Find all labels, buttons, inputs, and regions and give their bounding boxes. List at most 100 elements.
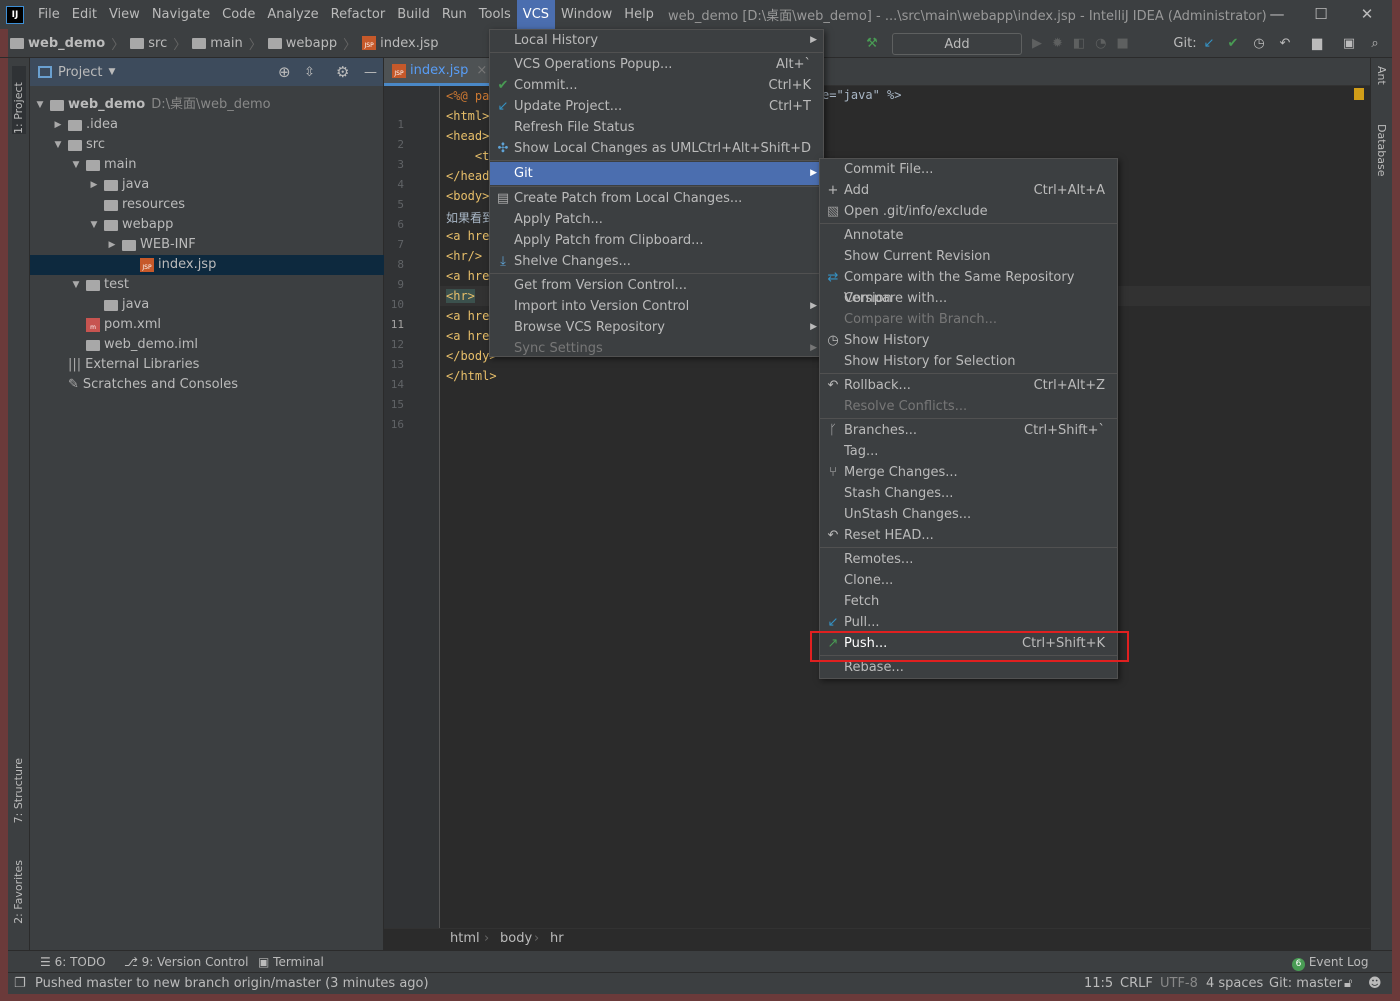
menu-help[interactable]: Help [618, 0, 660, 29]
editor-crumb-body[interactable]: body [500, 931, 532, 946]
todo-tab[interactable]: ☰ 6: TODO [40, 955, 106, 969]
menu-item-import-into-version-control[interactable]: Import into Version Control ▶ [490, 296, 823, 317]
maximize-button[interactable]: ☐ [1298, 0, 1344, 29]
menu-item-vcs-operations-popup[interactable]: VCS Operations Popup... Alt+` [490, 54, 823, 75]
menu-item-shelve-changes[interactable]: ⤓ Shelve Changes... [490, 251, 823, 272]
search-icon[interactable]: ⌕ [1366, 33, 1384, 55]
project-structure-icon[interactable]: ▆ [1308, 33, 1326, 55]
menu-item-clone[interactable]: Clone... [820, 570, 1117, 591]
menu-file[interactable]: File [32, 0, 66, 29]
menu-item-remotes[interactable]: Remotes... [820, 549, 1117, 570]
locate-icon[interactable]: ⊕ [278, 63, 291, 81]
analysis-status-icon[interactable] [1354, 88, 1364, 100]
menu-item-apply-patch-from-clipboard[interactable]: Apply Patch from Clipboard... [490, 230, 823, 251]
indent-setting[interactable]: 4 spaces [1206, 976, 1263, 991]
event-log-tab[interactable]: 6 Event Log [1292, 955, 1368, 971]
toggle-tool-windows-icon[interactable]: ❐ [14, 976, 26, 991]
menu-vcs[interactable]: VCS [516, 0, 556, 29]
breadcrumb-web_demo[interactable]: web_demo [10, 36, 105, 51]
tab-index-jsp[interactable]: JSP index.jsp × [384, 58, 489, 86]
tree-item[interactable]: ▼ test [30, 275, 384, 295]
tree-item[interactable]: web_demo.iml [30, 335, 384, 355]
menu-item-refresh-file-status[interactable]: Refresh File Status [490, 117, 823, 138]
tree-item[interactable]: ▼ main [30, 155, 384, 175]
close-tab-icon[interactable]: × [476, 63, 487, 78]
menu-item-pull[interactable]: ↙ Pull... [820, 612, 1117, 633]
menu-item-fetch[interactable]: Fetch [820, 591, 1117, 612]
expand-arrow-icon[interactable]: ▶ [52, 115, 64, 135]
menu-item-branches[interactable]: ᚴ Branches... Ctrl+Shift+` [820, 420, 1117, 441]
favorites-side-tab[interactable]: 2: Favorites [12, 860, 25, 924]
structure-side-tab[interactable]: 7: Structure [12, 758, 25, 823]
menu-item-annotate[interactable]: Annotate [820, 225, 1117, 246]
menu-item-tag[interactable]: Tag... [820, 441, 1117, 462]
menu-item-merge-changes[interactable]: ⑂ Merge Changes... [820, 462, 1117, 483]
git-update-icon[interactable]: ↙ [1200, 33, 1218, 55]
breadcrumb-webapp[interactable]: webapp [267, 36, 337, 51]
terminal-tab[interactable]: ▣ Terminal [258, 955, 324, 969]
expand-arrow-icon[interactable]: ▼ [70, 155, 82, 175]
collapse-all-icon[interactable]: ⇳ [304, 65, 315, 80]
status-message[interactable]: Pushed master to new branch origin/maste… [35, 976, 429, 991]
ant-side-tab[interactable]: Ant [1375, 66, 1388, 85]
git-branch[interactable]: Git: master [1269, 976, 1342, 991]
tree-item[interactable]: ▶ java [30, 175, 384, 195]
project-side-tab[interactable]: 1: Project [12, 66, 26, 134]
tree-item[interactable]: ▼ webapp [30, 215, 384, 235]
caret-position[interactable]: 11:5 [1084, 976, 1113, 991]
tree-item[interactable]: java [30, 295, 384, 315]
menu-navigate[interactable]: Navigate [146, 0, 216, 29]
menu-item-get-from-version-control[interactable]: Get from Version Control... [490, 275, 823, 296]
build-icon[interactable]: ⚒ [862, 33, 882, 55]
tree-item[interactable]: ✎ Scratches and Consoles [30, 375, 384, 395]
add-configuration-button[interactable]: Add Configuration... [892, 33, 1022, 74]
editor-crumb-hr[interactable]: hr [550, 931, 564, 946]
menu-item-create-patch-from-local-changes[interactable]: ▤ Create Patch from Local Changes... [490, 188, 823, 209]
menu-item-unstash-changes[interactable]: UnStash Changes... [820, 504, 1117, 525]
breadcrumb-index-jsp[interactable]: JSP index.jsp [362, 36, 438, 51]
version-control-tab[interactable]: ⎇ 9: Version Control [124, 955, 248, 969]
expand-arrow-icon[interactable]: ▼ [88, 215, 100, 235]
minimize-button[interactable]: — [1254, 0, 1300, 29]
tree-item[interactable]: resources [30, 195, 384, 215]
menu-item-show-history-for-selection[interactable]: Show History for Selection [820, 351, 1117, 372]
expand-arrow-icon[interactable]: ▶ [88, 175, 100, 195]
project-view-selector[interactable]: Project [58, 65, 102, 80]
terminal-icon[interactable]: ▣ [1340, 33, 1358, 55]
tree-item[interactable]: ▼ src [30, 135, 384, 155]
tree-item[interactable]: m pom.xml [30, 315, 384, 335]
editor-crumb-html[interactable]: html [450, 931, 480, 946]
menu-item-local-history[interactable]: Local History ▶ [490, 30, 823, 51]
menu-item-reset-head[interactable]: ↶ Reset HEAD... [820, 525, 1117, 546]
menu-item-compare-with[interactable]: Compare with... [820, 288, 1117, 309]
hide-icon[interactable]: — [364, 65, 377, 80]
close-button[interactable]: ✕ [1344, 0, 1390, 29]
menu-view[interactable]: View [103, 0, 146, 29]
expand-arrow-icon[interactable]: ▼ [70, 275, 82, 295]
rollback-icon[interactable]: ↶ [1276, 33, 1294, 55]
tree-item[interactable]: JSP index.jsp [30, 255, 384, 275]
gear-icon[interactable]: ⚙ [336, 63, 349, 81]
menu-run[interactable]: Run [436, 0, 473, 29]
menu-item-git[interactable]: Git ▶ [490, 162, 823, 185]
database-side-tab[interactable]: Database [1375, 124, 1388, 177]
menu-analyze[interactable]: Analyze [261, 0, 324, 29]
tree-item[interactable]: ▶ .idea [30, 115, 384, 135]
menu-item-add[interactable]: + Add Ctrl+Alt+A [820, 180, 1117, 201]
menu-item-commit-file[interactable]: Commit File... [820, 159, 1117, 180]
menu-item-browse-vcs-repository[interactable]: Browse VCS Repository ▶ [490, 317, 823, 338]
menu-window[interactable]: Window [555, 0, 618, 29]
lock-icon[interactable]: 🔓︎ [1344, 976, 1352, 991]
menu-item-rollback[interactable]: ↶ Rollback... Ctrl+Alt+Z [820, 375, 1117, 396]
breadcrumb-main[interactable]: main [192, 36, 243, 51]
menu-tools[interactable]: Tools [473, 0, 517, 29]
menu-item-apply-patch[interactable]: Apply Patch... [490, 209, 823, 230]
expand-arrow-icon[interactable]: ▼ [34, 95, 46, 115]
menu-item-show-history[interactable]: ◷ Show History [820, 330, 1117, 351]
menu-refactor[interactable]: Refactor [325, 0, 392, 29]
menu-item-commit[interactable]: ✔ Commit... Ctrl+K [490, 75, 823, 96]
tree-item[interactable]: ▼ web_demo D:\桌面\web_demo [30, 95, 384, 115]
menu-item-open-git-info-exclude[interactable]: ▧ Open .git/info/exclude [820, 201, 1117, 222]
breadcrumb-src[interactable]: src [130, 36, 167, 51]
menu-code[interactable]: Code [216, 0, 261, 29]
